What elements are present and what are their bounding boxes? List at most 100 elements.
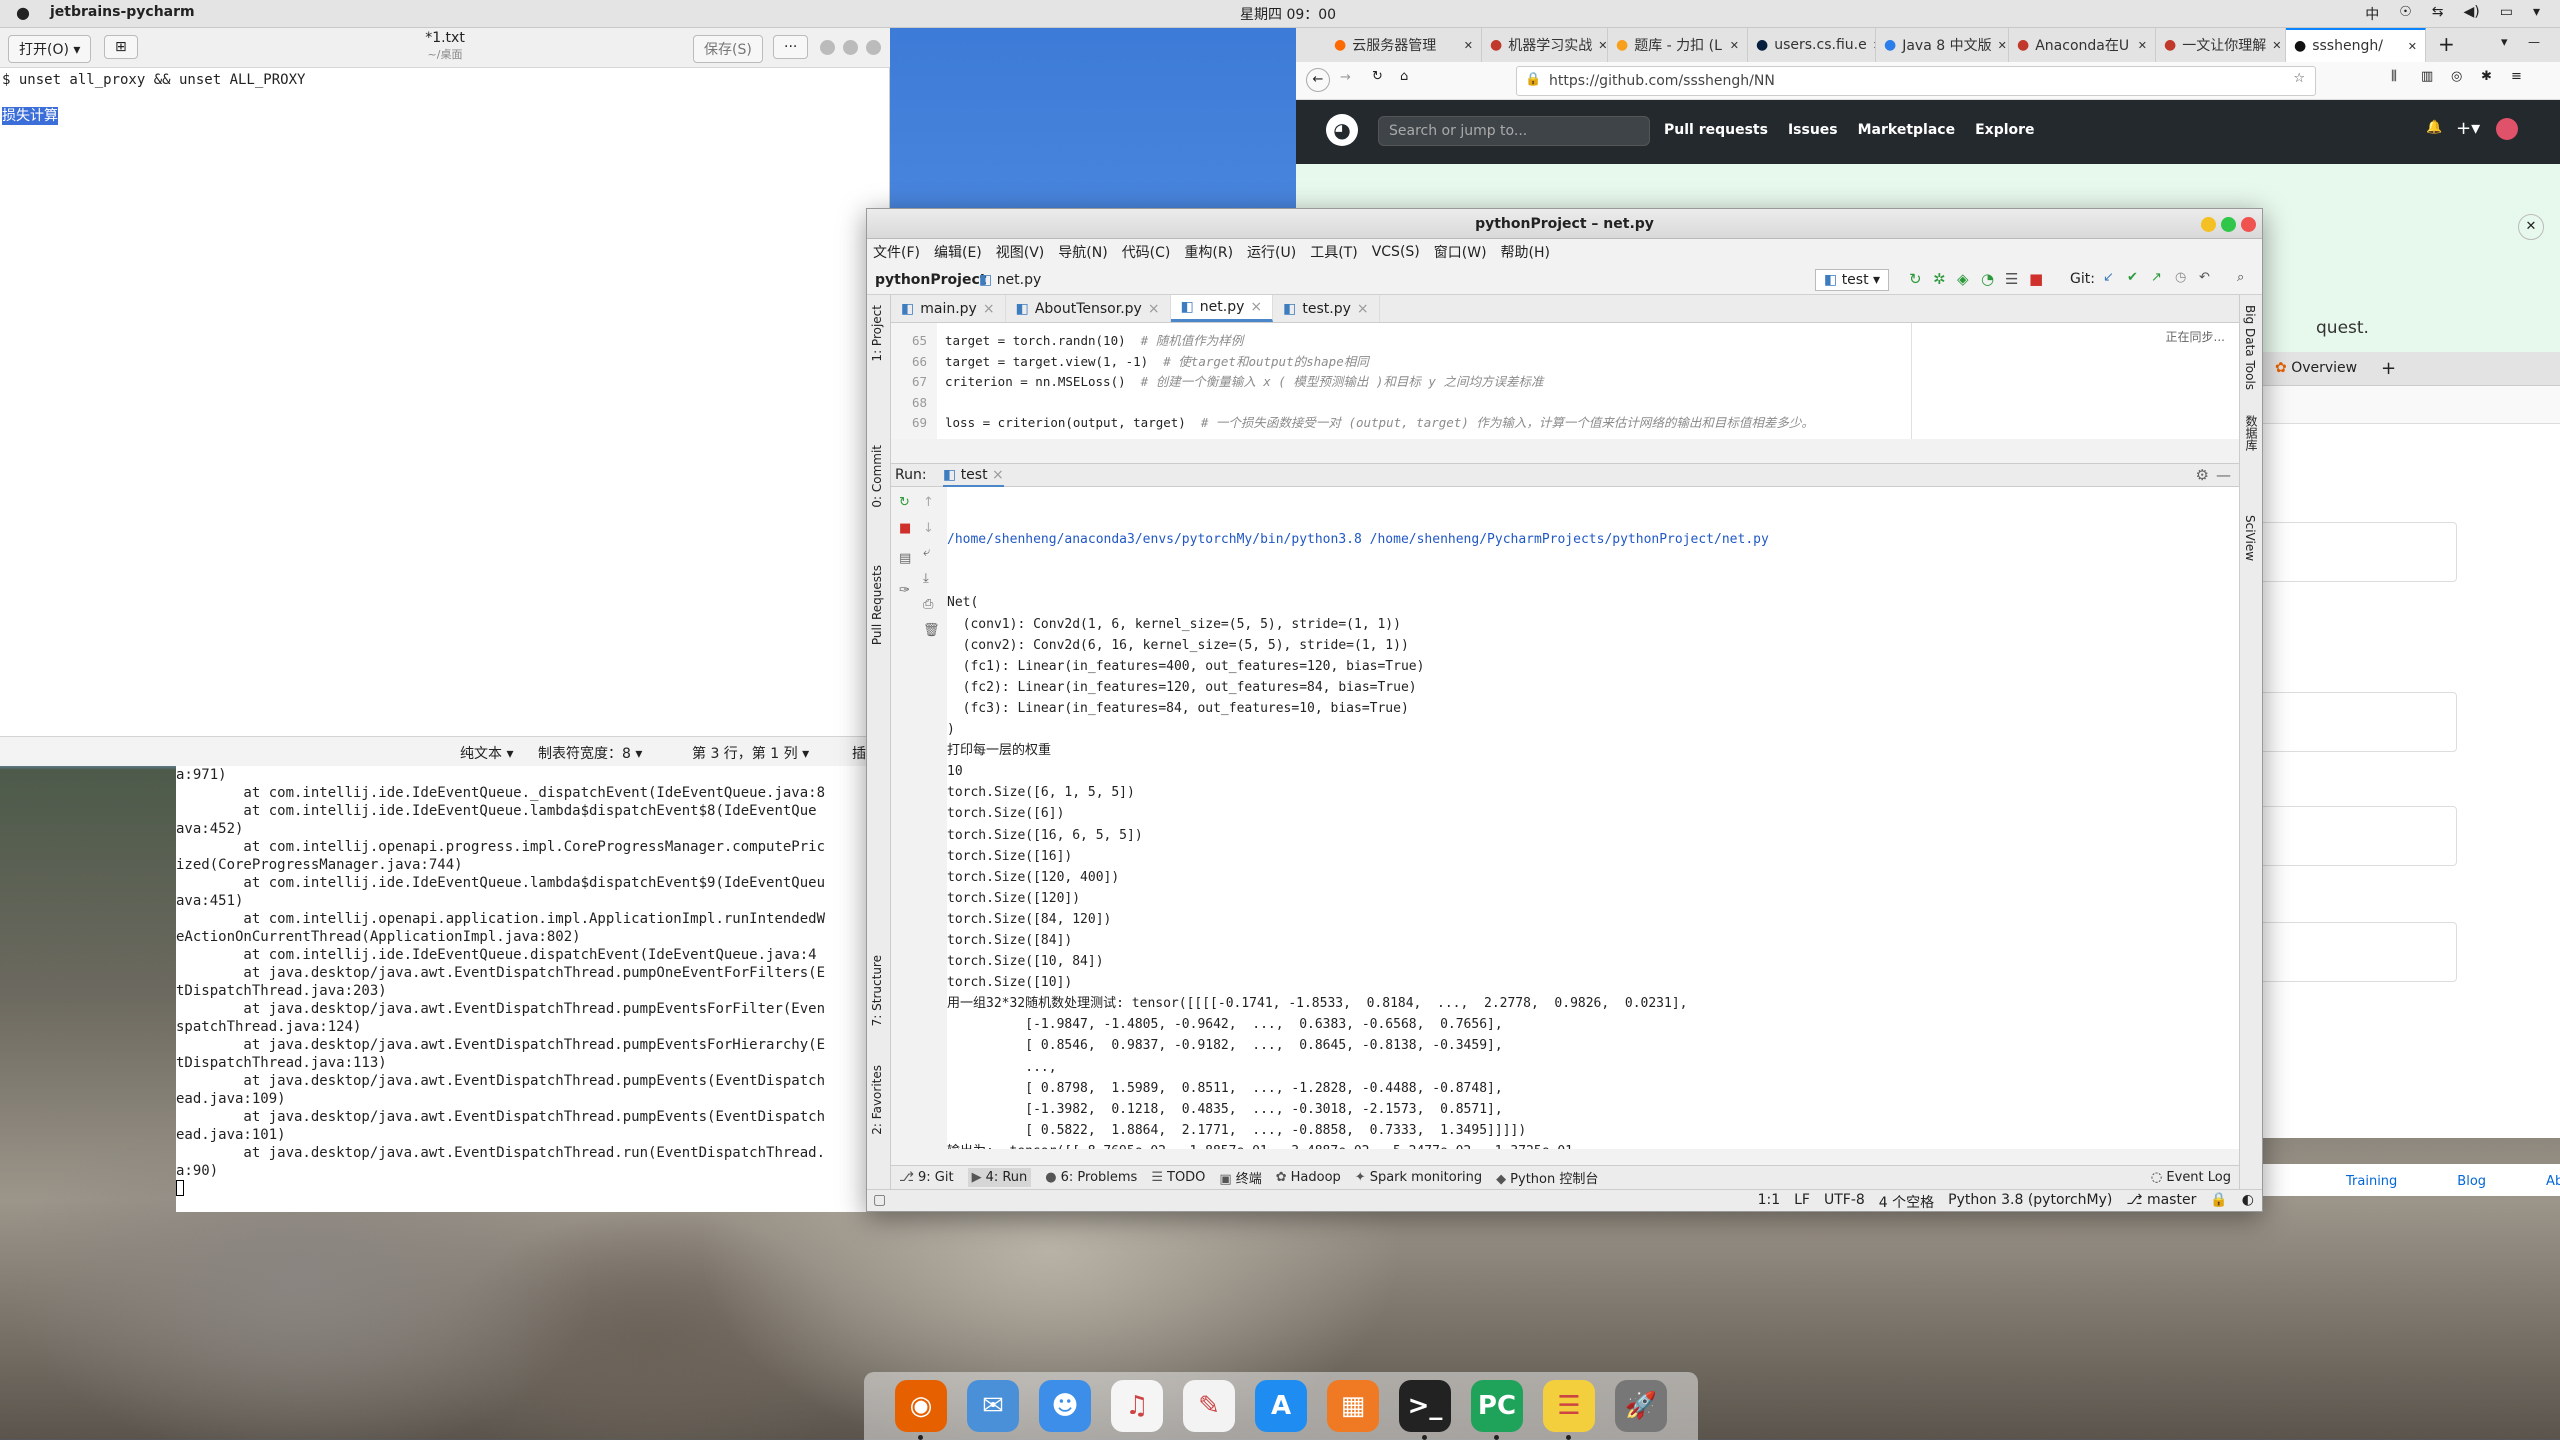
- git-commit-icon[interactable]: ✔: [2127, 270, 2138, 285]
- editor-tab[interactable]: ◧ AboutTensor.py ×: [1006, 295, 1171, 322]
- scroll-down-icon[interactable]: ↓: [923, 521, 934, 536]
- new-tab-button[interactable]: ⊞: [104, 35, 138, 59]
- menu-item[interactable]: 重构(R): [1184, 242, 1233, 262]
- tool-structure[interactable]: 7: Structure: [870, 955, 884, 1026]
- tab-list-icon[interactable]: ▾: [2501, 35, 2508, 50]
- notes-icon[interactable]: ✎: [1183, 1380, 1235, 1432]
- url-bar[interactable]: 🔒 https://github.com/ssshengh/NN ☆: [1516, 66, 2316, 96]
- extension-icon[interactable]: ✱: [2481, 69, 2492, 84]
- pycharm-icon[interactable]: PC: [1471, 1380, 1523, 1440]
- clear-trash-icon[interactable]: 🗑: [923, 623, 940, 638]
- search-everywhere-icon[interactable]: ⌕: [2237, 270, 2244, 285]
- bottom-tab[interactable]: ✿ Hadoop: [1276, 1170, 1341, 1185]
- settings-gear-icon[interactable]: ⚙: [2196, 466, 2209, 484]
- menu-button[interactable]: ···: [773, 35, 809, 59]
- status-encoding[interactable]: UTF-8: [1824, 1192, 1865, 1212]
- open-button[interactable]: 打开(O) ▾: [8, 35, 92, 63]
- input-method-indicator[interactable]: 中: [2365, 4, 2379, 24]
- tool-big-data[interactable]: Big Data Tools: [2243, 305, 2257, 390]
- github-nav-link[interactable]: Marketplace: [1858, 122, 1955, 138]
- status-branch[interactable]: ⎇ master: [2126, 1192, 2196, 1212]
- profile-icon[interactable]: ◔: [1981, 270, 1994, 288]
- editor-tab[interactable]: ◧ test.py ×: [1273, 295, 1380, 322]
- browser-tab[interactable]: ● ssshengh/ ✕: [2286, 28, 2426, 62]
- git-update-icon[interactable]: ↙: [2103, 270, 2114, 285]
- cursor-position[interactable]: 第 3 行，第 1 列 ▾: [692, 743, 809, 763]
- panel-toggle-icon[interactable]: ▢: [873, 1192, 886, 1208]
- stop-icon[interactable]: ■: [2029, 270, 2043, 288]
- new-tab-button[interactable]: +: [2381, 358, 2396, 379]
- create-new-icon[interactable]: +▾: [2456, 118, 2480, 139]
- footer-link[interactable]: Training: [2346, 1174, 2397, 1189]
- git-rollback-icon[interactable]: ↶: [2199, 270, 2210, 285]
- run-command[interactable]: /home/shenheng/anaconda3/envs/pytorchMy/…: [947, 529, 2239, 550]
- avatar[interactable]: [2496, 118, 2518, 140]
- menu-item[interactable]: 帮助(H): [1501, 242, 1550, 262]
- close-tab-icon[interactable]: ✕: [2408, 40, 2417, 53]
- close-tab-icon[interactable]: ✕: [1998, 39, 2007, 52]
- breadcrumb-file[interactable]: ◧ net.py: [979, 272, 1041, 288]
- forward-button[interactable]: →: [1340, 70, 1351, 85]
- notepad-icon[interactable]: ☰: [1543, 1380, 1595, 1440]
- maximize-button[interactable]: [2221, 217, 2236, 232]
- menu-item[interactable]: 视图(V): [996, 242, 1045, 262]
- browser-tab[interactable]: ● 题库 - 力扣 (L ✕: [1608, 28, 1748, 62]
- editor-tab[interactable]: ◧ main.py ×: [891, 295, 1006, 322]
- mail-icon[interactable]: ✉: [967, 1380, 1019, 1432]
- close-tab-icon[interactable]: ×: [983, 301, 995, 317]
- tool-sciview[interactable]: SciView: [2243, 515, 2257, 561]
- github-logo-icon[interactable]: ◕: [1326, 114, 1358, 146]
- layout-icon[interactable]: ▤: [899, 551, 911, 566]
- stop-icon[interactable]: ■: [899, 521, 911, 536]
- event-log-button[interactable]: ◌ Event Log: [2151, 1170, 2231, 1185]
- pin-icon[interactable]: ✑: [899, 583, 910, 598]
- menu-item[interactable]: VCS(S): [1372, 244, 1420, 260]
- insert-mode[interactable]: 插: [852, 743, 866, 763]
- appstore-icon[interactable]: A: [1255, 1380, 1307, 1432]
- notification-bell-icon[interactable]: 🔔: [2426, 120, 2442, 135]
- scroll-to-end-icon[interactable]: ⤓: [923, 571, 929, 586]
- bottom-tab[interactable]: ▶ 4: Run: [967, 1168, 1032, 1187]
- close-tab-icon[interactable]: ×: [1250, 299, 1262, 315]
- browser-tab[interactable]: ● 一文让你理解 ✕: [2156, 28, 2286, 62]
- git-history-icon[interactable]: ◷: [2175, 270, 2186, 285]
- window-minimize-icon[interactable]: —: [2528, 35, 2540, 49]
- code-editor[interactable]: 正在同步... 65 target = torch.randn(10) # 随机值…: [891, 323, 2239, 439]
- github-nav-link[interactable]: Pull requests: [1664, 122, 1768, 138]
- editor-text-area[interactable]: $ unset all_proxy && unset ALL_PROXY 损失计…: [2, 69, 305, 127]
- bottom-tab[interactable]: ● 6: Problems: [1045, 1170, 1137, 1185]
- run-console[interactable]: /home/shenheng/anaconda3/envs/pytorchMy/…: [947, 487, 2239, 1149]
- bottom-tab[interactable]: ◆ Python 控制台: [1496, 1168, 1598, 1187]
- browser-tab[interactable]: ● 机器学习实战 ✕: [1482, 28, 1608, 62]
- save-button[interactable]: 保存(S): [693, 35, 763, 63]
- bottom-tab[interactable]: ▣ 终端: [1219, 1168, 1261, 1187]
- soft-wrap-icon[interactable]: ⤶: [923, 545, 930, 560]
- tool-pull-requests[interactable]: Pull Requests: [870, 565, 884, 645]
- status-interpreter[interactable]: Python 3.8 (pytorchMy): [1948, 1192, 2112, 1212]
- maximize-button[interactable]: [843, 40, 858, 55]
- menu-item[interactable]: 编辑(E): [934, 242, 982, 262]
- run-tab[interactable]: ◧ test ×: [943, 467, 1004, 488]
- music-icon[interactable]: ♫: [1111, 1380, 1163, 1432]
- github-nav-link[interactable]: Issues: [1788, 122, 1838, 138]
- close-tab-icon[interactable]: ×: [1357, 301, 1369, 317]
- finder-icon[interactable]: ☻: [1039, 1380, 1091, 1432]
- close-tab-icon[interactable]: ✕: [2272, 39, 2281, 52]
- close-button[interactable]: [866, 40, 881, 55]
- tool-favorites[interactable]: 2: Favorites: [870, 1065, 884, 1135]
- power-menu-icon[interactable]: ▾: [2533, 4, 2540, 24]
- browser-tab[interactable]: ● 云服务器管理 ✕: [1326, 28, 1482, 62]
- language-selector[interactable]: 纯文本 ▾: [460, 743, 513, 763]
- home-button[interactable]: ⌂: [1400, 69, 1408, 84]
- menu-item[interactable]: 运行(U): [1247, 242, 1296, 262]
- battery-icon[interactable]: ▭: [2500, 4, 2513, 24]
- status-line-ending[interactable]: LF: [1794, 1192, 1810, 1212]
- accessibility-icon[interactable]: ☉: [2399, 4, 2412, 24]
- bottom-tab[interactable]: ☰ TODO: [1151, 1170, 1205, 1185]
- apple-menu-icon[interactable]: ●: [16, 3, 30, 22]
- browser-tab[interactable]: ● Java 8 中文版 ✕: [1876, 28, 2009, 62]
- close-tab-icon[interactable]: ✕: [1464, 39, 1473, 52]
- github-search-input[interactable]: Search or jump to...: [1378, 116, 1650, 146]
- breadcrumb-project[interactable]: pythonProject: [875, 272, 986, 288]
- close-banner-icon[interactable]: ✕: [2518, 214, 2544, 240]
